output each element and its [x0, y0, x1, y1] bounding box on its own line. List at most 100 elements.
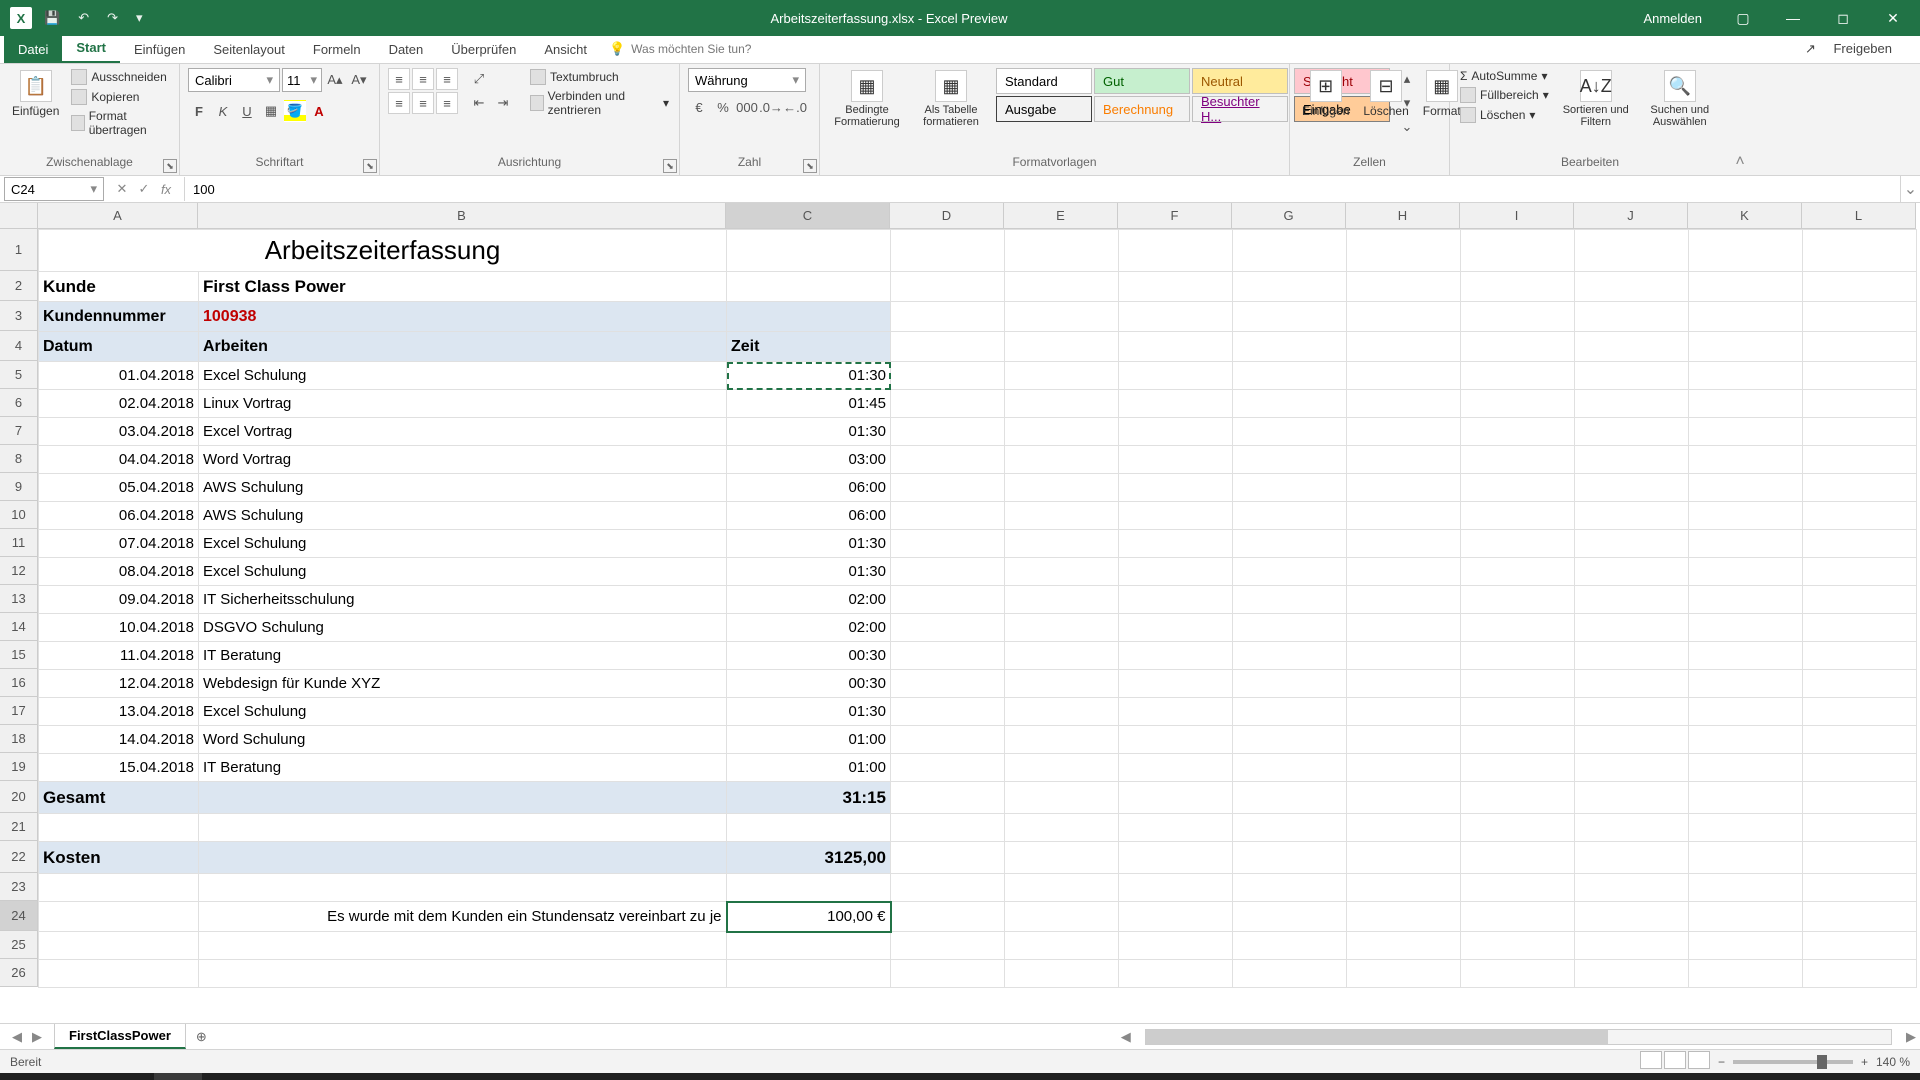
row-header-16[interactable]: 16: [0, 669, 38, 697]
cell[interactable]: [1461, 698, 1575, 726]
col-header-K[interactable]: K: [1688, 203, 1802, 229]
cell[interactable]: 06:00: [727, 502, 891, 530]
cell[interactable]: [39, 960, 199, 988]
cell[interactable]: [1575, 902, 1689, 932]
cell[interactable]: 06:00: [727, 474, 891, 502]
underline-button[interactable]: U: [236, 100, 258, 122]
cell[interactable]: [1803, 446, 1917, 474]
cell[interactable]: [1119, 418, 1233, 446]
cell[interactable]: [199, 960, 727, 988]
cell[interactable]: [891, 960, 1005, 988]
cell[interactable]: [891, 874, 1005, 902]
cell[interactable]: [727, 272, 891, 302]
cell[interactable]: [1233, 586, 1347, 614]
cell[interactable]: [1347, 502, 1461, 530]
clipboard-launcher-icon[interactable]: ⬊: [163, 159, 177, 173]
taskbar-excel-icon[interactable]: X: [154, 1073, 202, 1080]
find-select-button[interactable]: 🔍Suchen und Auswählen: [1641, 68, 1719, 130]
cell[interactable]: [891, 446, 1005, 474]
row-header-1[interactable]: 1: [0, 229, 38, 271]
cell[interactable]: [1689, 642, 1803, 670]
cell[interactable]: [1689, 332, 1803, 362]
cell[interactable]: [1689, 302, 1803, 332]
cell[interactable]: [1689, 474, 1803, 502]
cell[interactable]: [1689, 230, 1803, 272]
redo-icon[interactable]: ↷: [101, 6, 124, 30]
cell[interactable]: [1689, 558, 1803, 586]
cell[interactable]: [1803, 814, 1917, 842]
cell[interactable]: 08.04.2018: [39, 558, 199, 586]
sheet-nav-prev-icon[interactable]: ◀: [8, 1027, 26, 1047]
cell[interactable]: [1575, 272, 1689, 302]
cell[interactable]: [1461, 502, 1575, 530]
view-buttons[interactable]: [1638, 1051, 1710, 1072]
row-header-14[interactable]: 14: [0, 613, 38, 641]
format-as-table-button[interactable]: ▦Als Tabelle formatieren: [912, 68, 990, 130]
format-painter-button[interactable]: Format übertragen: [69, 108, 171, 138]
cell[interactable]: [891, 362, 1005, 390]
comma-format-icon[interactable]: 000: [736, 96, 758, 118]
cell[interactable]: [1461, 670, 1575, 698]
cell[interactable]: 01:30: [727, 698, 891, 726]
cell[interactable]: [1347, 698, 1461, 726]
style-standard[interactable]: Standard: [996, 68, 1092, 94]
taskbar-explorer-icon[interactable]: 📁: [104, 1073, 152, 1080]
col-header-F[interactable]: F: [1118, 203, 1232, 229]
cell[interactable]: [1233, 230, 1347, 272]
decrease-indent-icon[interactable]: ⇤: [468, 92, 490, 114]
cell[interactable]: [1119, 726, 1233, 754]
cell[interactable]: 04.04.2018: [39, 446, 199, 474]
cell[interactable]: [1461, 418, 1575, 446]
start-button[interactable]: ⊞: [4, 1073, 52, 1080]
signin-link[interactable]: Anmelden: [1629, 11, 1716, 26]
cell[interactable]: [1461, 230, 1575, 272]
tab-formulas[interactable]: Formeln: [299, 36, 375, 63]
row-header-25[interactable]: 25: [0, 931, 38, 959]
cell[interactable]: [1803, 390, 1917, 418]
cell[interactable]: [1347, 586, 1461, 614]
cell[interactable]: [1005, 902, 1119, 932]
cell[interactable]: Excel Schulung: [199, 362, 727, 390]
row-header-3[interactable]: 3: [0, 301, 38, 331]
cancel-formula-icon[interactable]: ✕: [112, 179, 132, 199]
cell[interactable]: [1119, 332, 1233, 362]
insert-cells-button[interactable]: ⊞Einfügen: [1298, 68, 1353, 120]
cell[interactable]: [1803, 960, 1917, 988]
cell[interactable]: [891, 230, 1005, 272]
align-middle-icon[interactable]: ≡: [412, 68, 434, 90]
cell[interactable]: [1005, 302, 1119, 332]
enter-formula-icon[interactable]: ✓: [134, 179, 154, 199]
cell[interactable]: [199, 874, 727, 902]
row-header-22[interactable]: 22: [0, 841, 38, 873]
cell[interactable]: 01:30: [727, 530, 891, 558]
cell[interactable]: [1575, 302, 1689, 332]
row-header-9[interactable]: 9: [0, 473, 38, 501]
cell[interactable]: [1803, 642, 1917, 670]
hscroll-right-icon[interactable]: ▶: [1902, 1029, 1920, 1045]
hscroll-left-icon[interactable]: ◀: [1117, 1029, 1135, 1045]
cell[interactable]: [891, 754, 1005, 782]
cell[interactable]: [1005, 842, 1119, 874]
cell[interactable]: [1689, 754, 1803, 782]
cell[interactable]: [1233, 782, 1347, 814]
cell[interactable]: [1233, 390, 1347, 418]
cell[interactable]: [1803, 670, 1917, 698]
col-header-C[interactable]: C: [726, 203, 890, 229]
cell[interactable]: 10.04.2018: [39, 614, 199, 642]
cell[interactable]: [1689, 502, 1803, 530]
cell[interactable]: Excel Schulung: [199, 530, 727, 558]
row-header-5[interactable]: 5: [0, 361, 38, 389]
col-header-I[interactable]: I: [1460, 203, 1574, 229]
cell[interactable]: [1803, 332, 1917, 362]
cell[interactable]: [1461, 614, 1575, 642]
cell[interactable]: [727, 932, 891, 960]
cell[interactable]: [891, 902, 1005, 932]
cell[interactable]: 02.04.2018: [39, 390, 199, 418]
cell[interactable]: [1689, 446, 1803, 474]
cell[interactable]: 09.04.2018: [39, 586, 199, 614]
cell[interactable]: Kundennummer: [39, 302, 199, 332]
cell[interactable]: 01:45: [727, 390, 891, 418]
spreadsheet-grid[interactable]: ABCDEFGHIJKL 123456789101112131415161718…: [0, 203, 1920, 1023]
cell[interactable]: [1233, 754, 1347, 782]
fill-color-button[interactable]: 🪣: [284, 100, 306, 122]
